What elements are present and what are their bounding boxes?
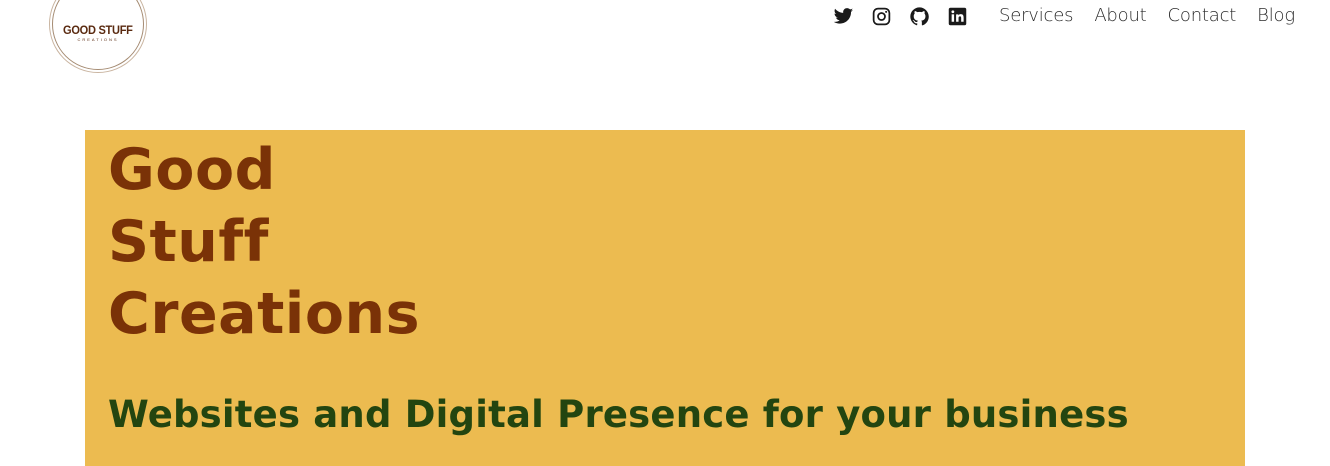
nav-link-contact[interactable]: Contact [1168,5,1237,26]
hero-title: Good Stuff Creations [108,134,420,350]
hero-subtitle: Websites and Digital Presence for your b… [108,393,1129,436]
logo-main-text: GOOD STUFF [63,22,133,37]
linkedin-icon[interactable] [947,6,968,27]
instagram-icon[interactable] [871,6,892,27]
social-links [833,6,968,27]
nav-link-blog[interactable]: Blog [1257,5,1295,26]
logo[interactable]: GOOD STUFF CREATIONS [52,0,144,70]
nav-link-services[interactable]: Services [999,5,1074,26]
logo-sub-text: CREATIONS [77,36,119,42]
hero-title-line-3: Creations [108,281,421,347]
twitter-icon[interactable] [833,6,854,27]
nav-link-about[interactable]: About [1094,5,1146,26]
hero-title-line-1: Good [108,137,276,203]
hero-banner: Good Stuff Creations Websites and Digita… [85,130,1245,466]
main-nav: Services About Contact Blog [999,5,1295,26]
github-icon[interactable] [909,6,930,27]
hero-title-line-2: Stuff [108,209,269,275]
site-header: GOOD STUFF CREATIONS Services About Cont… [0,0,1330,80]
